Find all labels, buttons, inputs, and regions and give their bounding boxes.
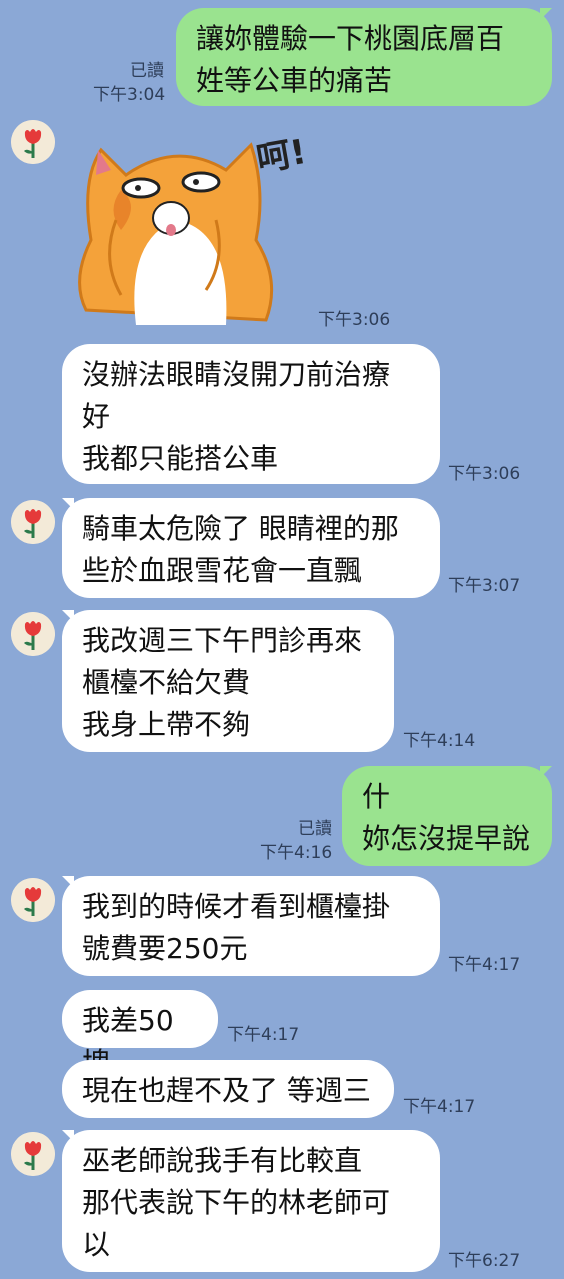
message-bubble-incoming[interactable]: 我差50塊 xyxy=(62,990,218,1079)
message-time: 下午4:17 xyxy=(403,1097,476,1117)
red-flower-icon xyxy=(11,1132,55,1176)
message-bubble-incoming[interactable]: 我改週三下午門診再來 櫃檯不給欠費 我身上帶不夠 xyxy=(62,610,394,752)
message-time: 下午3:04 xyxy=(93,85,166,105)
message-time: 下午4:17 xyxy=(227,1025,300,1045)
message-time: 下午3:06 xyxy=(448,464,521,484)
read-receipt: 已讀 xyxy=(130,61,164,81)
bubble-tail xyxy=(540,766,552,778)
message-bubble-incoming[interactable]: 巫老師說我手有比較直 那代表說下午的林老師可 以 xyxy=(62,1130,440,1272)
sticker-caption: 呵! xyxy=(253,131,310,180)
avatar[interactable] xyxy=(11,878,55,922)
bubble-tail xyxy=(540,8,552,20)
message-time: 下午3:07 xyxy=(448,576,521,596)
message-bubble-outgoing[interactable]: 讓妳體驗一下桃園底層百 姓等公車的痛苦 xyxy=(176,8,552,106)
message-bubble-incoming[interactable]: 騎車太危險了 眼睛裡的那 些於血跟雪花會一直飄 xyxy=(62,498,440,598)
message-time: 下午3:06 xyxy=(318,310,391,330)
message-time: 下午4:16 xyxy=(260,843,333,863)
red-flower-icon xyxy=(11,500,55,544)
message-bubble-outgoing[interactable]: 什 妳怎沒提早說 xyxy=(342,766,552,866)
message-time: 下午4:14 xyxy=(403,731,476,751)
avatar[interactable] xyxy=(11,1132,55,1176)
red-flower-icon xyxy=(11,878,55,922)
message-bubble-incoming[interactable]: 現在也趕不及了 等週三 xyxy=(62,1060,394,1118)
message-bubble-incoming[interactable]: 沒辦法眼睛沒開刀前治療 好 我都只能搭公車 xyxy=(62,344,440,484)
message-time: 下午6:27 xyxy=(448,1251,521,1271)
avatar[interactable] xyxy=(11,500,55,544)
avatar[interactable] xyxy=(11,120,55,164)
avatar[interactable] xyxy=(11,612,55,656)
red-flower-icon xyxy=(11,612,55,656)
white-orange-cat-sticker[interactable]: 呵! xyxy=(66,120,310,330)
message-time: 下午4:17 xyxy=(448,955,521,975)
message-bubble-incoming[interactable]: 我到的時候才看到櫃檯掛 號費要250元 xyxy=(62,876,440,976)
read-receipt: 已讀 xyxy=(298,819,332,839)
red-flower-icon xyxy=(11,120,55,164)
